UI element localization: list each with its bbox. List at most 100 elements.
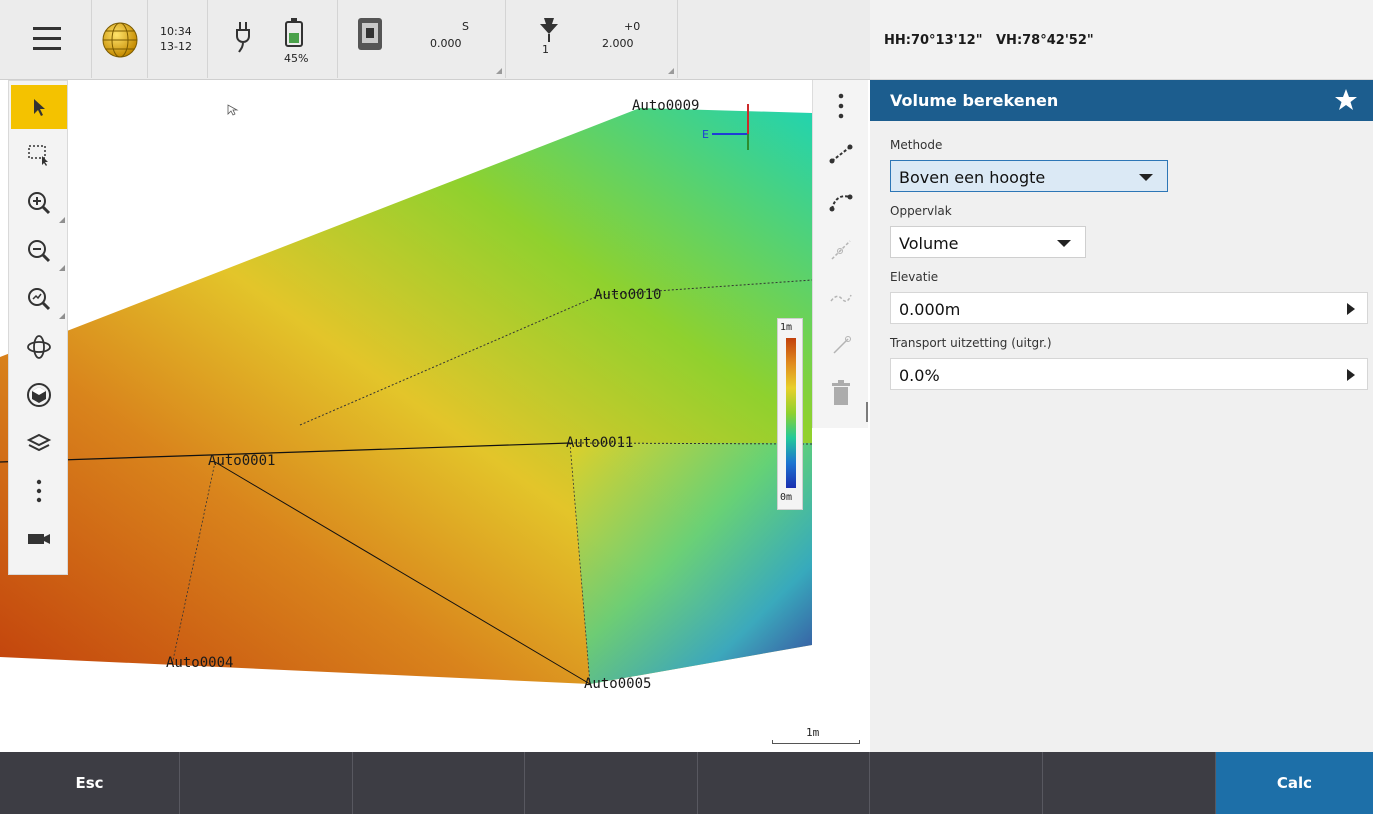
- legend-top-label: 1m: [780, 322, 793, 333]
- trash-icon: [832, 380, 850, 405]
- angle-readout: HH:70°13'12" VH:78°42'52": [870, 0, 1373, 80]
- chevron-down-icon: [1057, 240, 1071, 247]
- legend-color-ramp: [786, 338, 796, 488]
- power-status[interactable]: 45%: [208, 0, 338, 78]
- point-label[interactable]: Auto0010: [594, 287, 661, 303]
- point-pencil-icon: [833, 336, 851, 354]
- instrument-status[interactable]: S 0.000: [338, 0, 506, 78]
- point-label[interactable]: Auto0005: [584, 676, 651, 692]
- point-tool-button[interactable]: [813, 322, 869, 370]
- softkey-empty: [525, 752, 698, 814]
- methode-label: Methode: [890, 138, 943, 152]
- line-tool-button[interactable]: [813, 130, 869, 178]
- job-globe-button[interactable]: [92, 0, 148, 78]
- calc-label: Calc: [1276, 774, 1313, 792]
- oppervlak-dropdown[interactable]: Volume: [890, 226, 1086, 258]
- cube-view-button[interactable]: [11, 373, 67, 417]
- softkey-empty: [180, 752, 353, 814]
- power-plug-icon: [236, 22, 250, 53]
- panel-title: Volume berekenen: [890, 91, 1059, 110]
- select-rectangle-icon: [28, 145, 48, 166]
- esc-button[interactable]: Esc: [0, 752, 180, 814]
- map-view[interactable]: E Auto0009 Auto0010 Auto0001 Auto0011 Au…: [0, 80, 870, 752]
- zoom-out-icon: [28, 240, 51, 263]
- transport-field[interactable]: 0.0%: [890, 358, 1368, 390]
- methode-value: Boven een hoogte: [899, 168, 1046, 187]
- target-icon: [540, 18, 558, 42]
- transport-label: Transport uitzetting (uitgr.): [890, 336, 1052, 350]
- polyline-tool-button[interactable]: [813, 226, 869, 274]
- softkey-bar: Esc Calc: [0, 752, 1373, 814]
- elevatie-field[interactable]: 0.000m: [890, 292, 1368, 324]
- corner-indicator: [496, 68, 502, 74]
- curve-tool-button[interactable]: [813, 274, 869, 322]
- cube-view-icon: [27, 383, 51, 407]
- chevron-down-icon: [1139, 174, 1153, 181]
- target-status[interactable]: 1 +0 2.000: [506, 0, 678, 78]
- polyline-icon: [831, 240, 851, 260]
- curve-icon: [830, 294, 852, 302]
- corner-indicator: [668, 68, 674, 74]
- arc-tool-button[interactable]: [813, 178, 869, 226]
- delete-button[interactable]: [813, 370, 869, 418]
- elevatie-value: 0.000m: [899, 300, 961, 319]
- mouse-cursor-icon: [227, 104, 239, 116]
- corner-indicator: [59, 265, 65, 271]
- orbit-icon: [27, 335, 51, 359]
- esc-label: Esc: [75, 774, 104, 792]
- corner-indicator: [59, 313, 65, 319]
- globe-icon: [102, 22, 138, 58]
- zoom-extents-button[interactable]: [11, 277, 67, 321]
- north-label: E: [702, 128, 709, 141]
- more-vertical-icon: [838, 93, 844, 119]
- menu-button[interactable]: [0, 0, 92, 78]
- transport-value: 0.0%: [899, 366, 940, 385]
- more-button[interactable]: [11, 469, 67, 513]
- calc-button[interactable]: Calc: [1216, 752, 1373, 814]
- oppervlak-value: Volume: [899, 234, 959, 253]
- point-label[interactable]: Auto0009: [632, 98, 699, 114]
- elevation-legend: 1m 0m: [772, 318, 808, 510]
- time-text: 10:34: [160, 25, 192, 38]
- app-root: 10:34 13-12 45% S 0.000 1 +0 2.000 HH:70…: [0, 0, 1373, 814]
- play-arrow-icon[interactable]: [1347, 303, 1355, 315]
- layers-button[interactable]: [11, 421, 67, 465]
- softkey-empty: [870, 752, 1043, 814]
- select-rectangle-button[interactable]: [11, 133, 67, 177]
- volume-form-panel: Volume berekenen Methode Boven een hoogt…: [870, 80, 1373, 752]
- select-arrow-icon: [34, 99, 45, 116]
- target-count: 1: [542, 43, 549, 56]
- s-value: 0.000: [430, 37, 462, 50]
- point-label[interactable]: Auto0001: [208, 453, 275, 469]
- offset-label: +0: [624, 20, 641, 33]
- toolbar-more-button[interactable]: [813, 82, 869, 130]
- surface-model: E: [0, 104, 813, 685]
- oppervlak-label: Oppervlak: [890, 204, 952, 218]
- s-label: S: [462, 20, 469, 33]
- battery-percent: 45%: [284, 52, 309, 65]
- camera-button[interactable]: [11, 517, 67, 561]
- softkey-empty: [698, 752, 870, 814]
- elevatie-label: Elevatie: [890, 270, 939, 284]
- favorite-star-icon[interactable]: [1333, 87, 1359, 113]
- zoom-extents-icon: [28, 288, 51, 311]
- point-label[interactable]: Auto0004: [166, 655, 233, 671]
- line-icon: [829, 144, 853, 164]
- left-toolbar: [8, 80, 68, 575]
- methode-dropdown[interactable]: Boven een hoogte: [890, 160, 1168, 192]
- panel-header: Volume berekenen: [870, 80, 1373, 121]
- zoom-in-button[interactable]: [11, 181, 67, 225]
- point-label[interactable]: Auto0011: [566, 435, 633, 451]
- hamburger-icon: [33, 27, 61, 50]
- camera-icon: [28, 534, 50, 544]
- battery-icon: [285, 18, 303, 47]
- scale-bar: 1m: [770, 722, 862, 746]
- orbit-button[interactable]: [11, 325, 67, 369]
- cogo-toolbar: [812, 80, 868, 428]
- play-arrow-icon[interactable]: [1347, 369, 1355, 381]
- softkey-empty: [1043, 752, 1216, 814]
- zoom-out-button[interactable]: [11, 229, 67, 273]
- hh-angle: HH:70°13'12": [884, 33, 983, 48]
- select-tool-button[interactable]: [11, 85, 67, 129]
- total-station-icon: [358, 18, 382, 50]
